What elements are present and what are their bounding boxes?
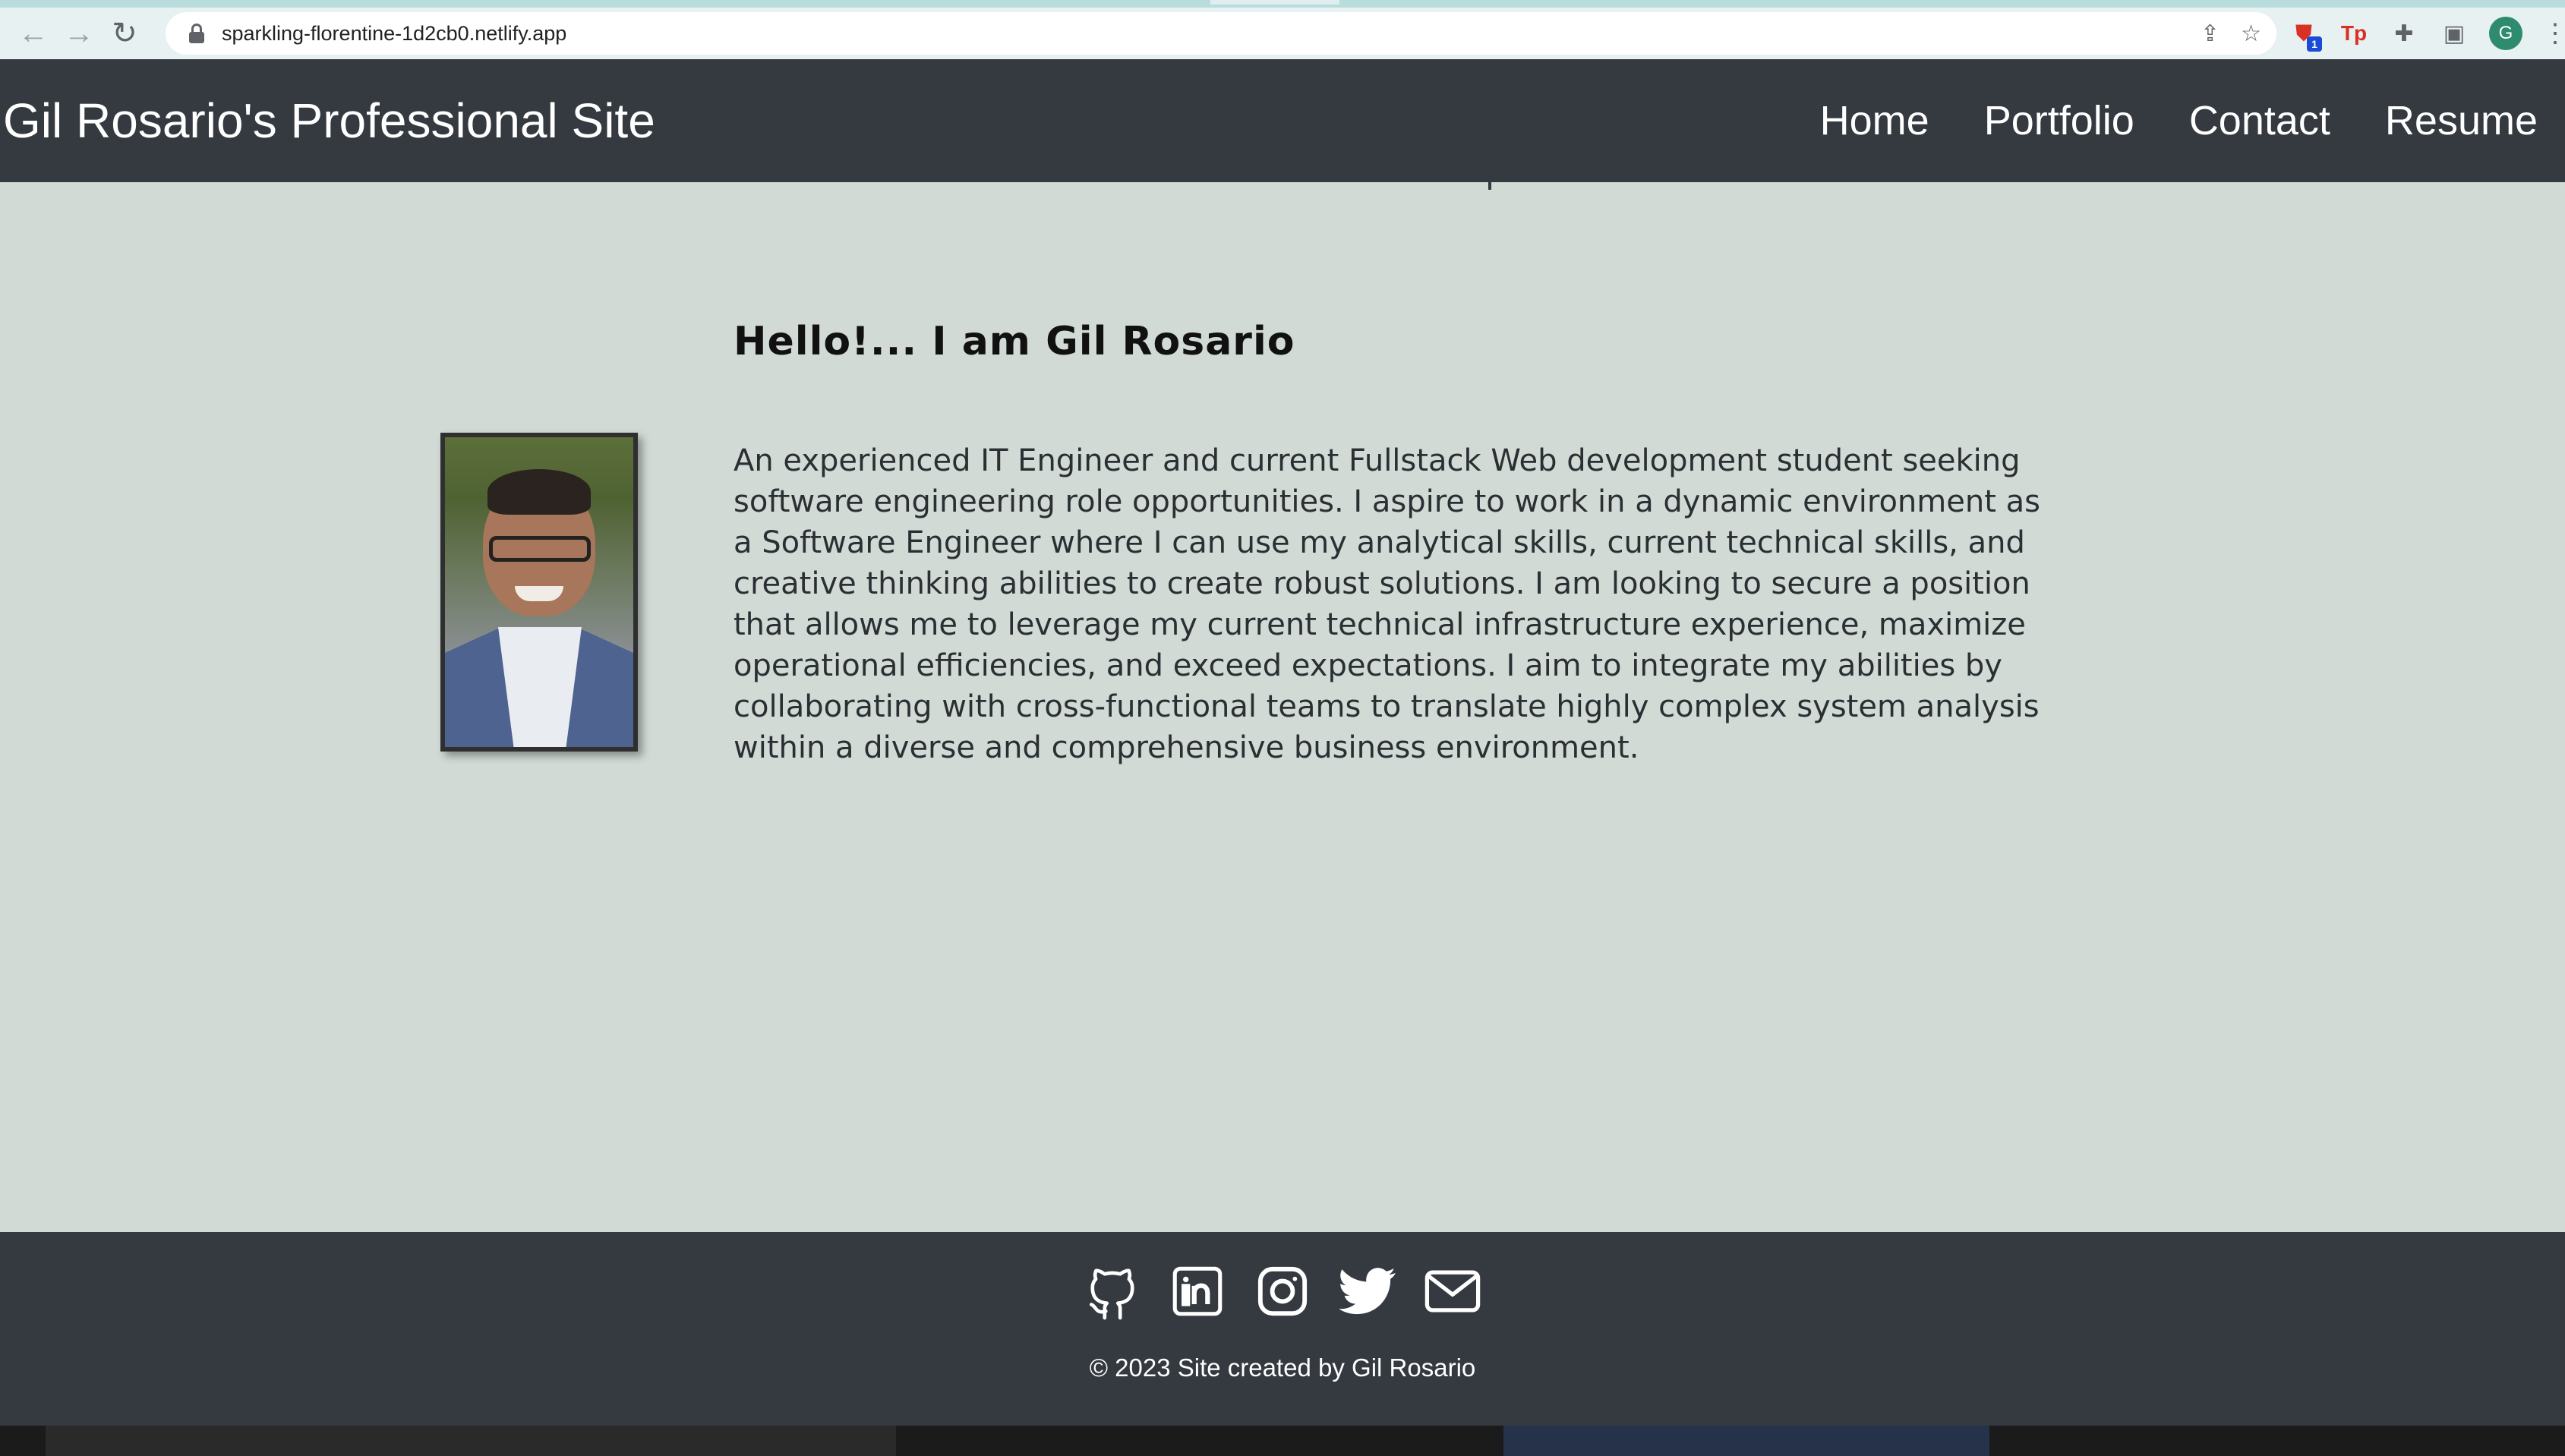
browser-menu-icon[interactable]: ⋮ xyxy=(2542,18,2565,49)
twitter-icon[interactable] xyxy=(1339,1262,1396,1320)
address-bar[interactable]: sparkling-florentine-1d2cb0.netlify.app … xyxy=(166,12,2276,55)
about-bio: An experienced IT Engineer and current F… xyxy=(734,443,2040,765)
back-button[interactable]: ← xyxy=(11,11,56,56)
extensions-area: ⛊ 1 Tp ✚ ▣ G ⋮ xyxy=(2289,8,2565,59)
site-title[interactable]: Gil Rosario's Professional Site xyxy=(3,93,655,149)
reload-button[interactable]: ↻ xyxy=(102,11,147,56)
copyright-text: © 2023 Site created by Gil Rosario xyxy=(1089,1354,1476,1382)
extension-tp-icon[interactable]: Tp xyxy=(2339,18,2369,49)
profile-avatar[interactable]: G xyxy=(2489,17,2522,50)
lock-icon[interactable] xyxy=(188,24,205,43)
browser-toolbar: ← → ↻ sparkling-florentine-1d2cb0.netlif… xyxy=(0,8,2565,59)
nav-home-link[interactable]: Home xyxy=(1820,97,1929,144)
about-greeting: Hello!... I am Gil Rosario xyxy=(734,319,1295,364)
extension-badge: 1 xyxy=(2307,36,2322,52)
site-header: Gil Rosario's Professional Site Home Por… xyxy=(0,59,2565,182)
puzzle-extensions-icon[interactable]: ✚ xyxy=(2389,18,2419,49)
site-footer: © 2023 Site created by Gil Rosario xyxy=(0,1232,2565,1426)
profile-photo xyxy=(440,433,638,752)
nav-contact-link[interactable]: Contact xyxy=(2189,97,2330,144)
divider xyxy=(1488,182,1491,190)
nav-portfolio-link[interactable]: Portfolio xyxy=(1984,97,2134,144)
linkedin-icon[interactable] xyxy=(1169,1262,1226,1320)
nav-resume-link[interactable]: Resume xyxy=(2385,97,2538,144)
bookmark-star-icon[interactable]: ☆ xyxy=(2241,20,2261,47)
os-taskbar xyxy=(0,1426,2565,1456)
extension-shield-icon[interactable]: ⛊ 1 xyxy=(2289,18,2322,52)
side-panel-icon[interactable]: ▣ xyxy=(2439,18,2469,49)
mail-icon[interactable] xyxy=(1424,1262,1481,1320)
instagram-icon[interactable] xyxy=(1254,1262,1311,1320)
web-page: Gil Rosario's Professional Site Home Por… xyxy=(0,59,2565,1426)
social-links xyxy=(0,1262,2565,1320)
browser-tab-highlight xyxy=(1210,0,1339,5)
forward-button[interactable]: → xyxy=(56,11,102,56)
site-nav: Home Portfolio Contact Resume xyxy=(1765,97,2538,144)
share-icon[interactable]: ⇪ xyxy=(2201,20,2220,47)
url-text[interactable]: sparkling-florentine-1d2cb0.netlify.app xyxy=(222,22,566,46)
github-icon[interactable] xyxy=(1084,1262,1141,1320)
